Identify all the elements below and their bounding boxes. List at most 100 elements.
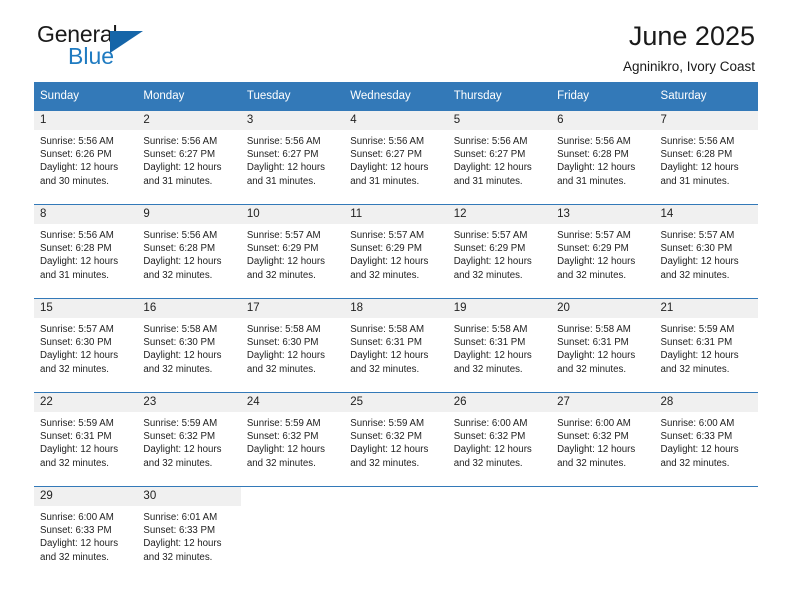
calendar-day-cell[interactable]: 30 Sunrise: 6:01 AM Sunset: 6:33 PM Dayligh… [137,486,241,580]
day-daylight-line1-text: Daylight: 12 hours [453,350,532,362]
day-sunset-text: Sunset: 6:29 PM [246,243,319,255]
day-sunrise-text: Sunrise: 5:56 AM [143,136,218,147]
calendar-empty-cell [551,486,655,580]
day-sunset-text: Sunset: 6:31 PM [660,337,733,349]
general-blue-logo[interactable]: General Blue [37,22,207,74]
day-daylight-line1-text: Daylight: 12 hours [350,162,429,174]
calendar-day-cell[interactable]: 19 Sunrise: 5:58 AM Sunset: 6:31 PM Dayligh… [447,298,552,393]
calendar-day-cell[interactable]: 28 Sunrise: 6:00 AM Sunset: 6:33 PM Dayligh… [654,392,758,487]
day-sunset-text: Sunset: 6:33 PM [660,431,733,443]
calendar-day-cell[interactable]: 15 Sunrise: 5:57 AM Sunset: 6:30 PM Dayligh… [34,298,138,393]
day-daylight-line1-text: Daylight: 12 hours [143,350,222,362]
day-sunrise-text: Sunrise: 5:56 AM [557,136,631,147]
calendar-page: General Blue June 2025 Agninikro, Ivory … [0,0,792,612]
day-details: Sunrise: 6:00 AM Sunset: 6:32 PM Daylight:… [448,412,551,470]
calendar-day-cell[interactable]: 16 Sunrise: 5:58 AM Sunset: 6:30 PM Dayligh… [137,298,241,393]
day-sunset-text: Sunset: 6:27 PM [143,149,216,161]
day-number: 20 [551,299,655,318]
day-daylight-line1-text: Daylight: 12 hours [557,162,636,174]
calendar-day-cell[interactable]: 29 Sunrise: 6:00 AM Sunset: 6:33 PM Dayligh… [34,486,138,580]
calendar-day-cell[interactable]: 8 Sunrise: 5:56 AM Sunset: 6:28 PM Daylight… [34,204,138,299]
day-sunrise-text: Sunrise: 5:57 AM [660,230,735,241]
weekday-header-friday: Friday [551,82,655,111]
day-number: 10 [240,205,345,224]
day-details: Sunrise: 6:00 AM Sunset: 6:32 PM Daylight:… [551,412,654,470]
day-daylight-line1-text: Daylight: 12 hours [143,256,222,268]
calendar-day-cell[interactable]: 11 Sunrise: 5:57 AM Sunset: 6:29 PM Dayligh… [344,204,448,299]
day-daylight-line2-text: and 31 minutes. [143,175,213,187]
day-sunset-text: Sunset: 6:32 PM [143,431,216,443]
day-daylight-line2-text: and 32 minutes. [143,551,213,563]
calendar-day-cell[interactable]: 10 Sunrise: 5:57 AM Sunset: 6:29 PM Dayligh… [240,204,345,299]
day-number: 2 [137,111,241,130]
calendar-day-cell[interactable]: 18 Sunrise: 5:58 AM Sunset: 6:31 PM Dayligh… [344,298,448,393]
day-number: 24 [240,393,345,412]
calendar-empty-cell [240,486,345,580]
day-daylight-line2-text: and 31 minutes. [660,175,730,187]
calendar-day-cell[interactable]: 24 Sunrise: 5:59 AM Sunset: 6:32 PM Dayligh… [240,392,345,487]
calendar-day-cell[interactable]: 23 Sunrise: 5:59 AM Sunset: 6:32 PM Dayligh… [137,392,241,487]
day-sunset-text: Sunset: 6:28 PM [557,149,629,161]
day-sunrise-text: Sunrise: 5:56 AM [350,136,425,147]
day-daylight-line1-text: Daylight: 12 hours [246,162,325,174]
day-sunset-text: Sunset: 6:28 PM [660,149,733,161]
calendar-day-cell[interactable]: 25 Sunrise: 5:59 AM Sunset: 6:32 PM Dayligh… [344,392,448,487]
calendar-day-cell[interactable]: 27 Sunrise: 6:00 AM Sunset: 6:32 PM Dayligh… [551,392,655,487]
title-block: June 2025 Agninikro, Ivory Coast [623,20,755,77]
calendar-day-cell[interactable]: 4 Sunrise: 5:56 AM Sunset: 6:27 PM Daylight… [344,110,448,205]
day-daylight-line2-text: and 32 minutes. [453,269,523,281]
day-number: 29 [34,487,138,506]
day-number: 1 [34,111,138,130]
calendar-day-cell[interactable]: 6 Sunrise: 5:56 AM Sunset: 6:28 PM Daylight… [551,110,655,205]
day-details: Sunrise: 5:56 AM Sunset: 6:27 PM Daylight:… [137,130,240,188]
calendar-day-cell[interactable]: 2 Sunrise: 5:56 AM Sunset: 6:27 PM Daylight… [137,110,241,205]
day-details: Sunrise: 5:56 AM Sunset: 6:28 PM Daylight:… [655,130,758,188]
calendar-day-cell[interactable]: 5 Sunrise: 5:56 AM Sunset: 6:27 PM Daylight… [447,110,552,205]
day-daylight-line1-text: Daylight: 12 hours [557,444,636,456]
day-sunrise-text: Sunrise: 5:56 AM [40,136,114,147]
day-details: Sunrise: 5:57 AM Sunset: 6:30 PM Daylight:… [34,318,137,376]
calendar-day-cell[interactable]: 9 Sunrise: 5:56 AM Sunset: 6:28 PM Daylight… [137,204,241,299]
calendar-day-cell[interactable]: 17 Sunrise: 5:58 AM Sunset: 6:30 PM Dayligh… [240,298,345,393]
day-sunrise-text: Sunrise: 5:58 AM [350,324,425,335]
calendar-empty-cell [447,486,552,580]
day-daylight-line2-text: and 31 minutes. [246,175,316,187]
weekday-header-saturday: Saturday [654,82,758,111]
day-details: Sunrise: 5:59 AM Sunset: 6:32 PM Daylight:… [241,412,344,470]
day-sunrise-text: Sunrise: 5:59 AM [40,418,114,429]
weekday-header-wednesday: Wednesday [344,82,448,111]
calendar-day-cell[interactable]: 7 Sunrise: 5:56 AM Sunset: 6:28 PM Daylight… [654,110,758,205]
day-number: 30 [137,487,241,506]
calendar-day-cell[interactable]: 21 Sunrise: 5:59 AM Sunset: 6:31 PM Dayligh… [654,298,758,393]
calendar-day-cell[interactable]: 20 Sunrise: 5:58 AM Sunset: 6:31 PM Dayligh… [551,298,655,393]
day-number: 3 [240,111,345,130]
day-details: Sunrise: 5:58 AM Sunset: 6:31 PM Daylight:… [448,318,551,376]
day-details: Sunrise: 5:57 AM Sunset: 6:29 PM Daylight:… [551,224,654,282]
calendar-day-cell[interactable]: 3 Sunrise: 5:56 AM Sunset: 6:27 PM Daylight… [240,110,345,205]
day-daylight-line1-text: Daylight: 12 hours [350,350,429,362]
calendar-day-cell[interactable]: 12 Sunrise: 5:57 AM Sunset: 6:29 PM Dayligh… [447,204,552,299]
day-daylight-line2-text: and 32 minutes. [40,363,109,375]
day-details: Sunrise: 5:57 AM Sunset: 6:29 PM Daylight:… [448,224,551,282]
day-sunrise-text: Sunrise: 6:00 AM [660,418,735,429]
day-sunrise-text: Sunrise: 5:58 AM [453,324,528,335]
day-sunrise-text: Sunrise: 5:56 AM [40,230,114,241]
day-daylight-line2-text: and 31 minutes. [557,175,627,187]
page-header: General Blue June 2025 Agninikro, Ivory … [34,0,758,74]
calendar-day-cell[interactable]: 14 Sunrise: 5:57 AM Sunset: 6:30 PM Dayligh… [654,204,758,299]
day-number [344,487,448,506]
calendar-day-cell[interactable]: 26 Sunrise: 6:00 AM Sunset: 6:32 PM Dayligh… [447,392,552,487]
calendar-day-cell[interactable]: 22 Sunrise: 5:59 AM Sunset: 6:31 PM Dayligh… [34,392,138,487]
calendar-day-cell[interactable]: 1 Sunrise: 5:56 AM Sunset: 6:26 PM Daylight… [34,110,138,205]
day-sunset-text: Sunset: 6:29 PM [453,243,526,255]
day-number: 7 [654,111,758,130]
calendar-week-row: 8 Sunrise: 5:56 AM Sunset: 6:28 PM Daylight… [34,204,758,299]
day-daylight-line2-text: and 32 minutes. [143,457,213,469]
day-daylight-line2-text: and 31 minutes. [453,175,523,187]
day-sunrise-text: Sunrise: 5:56 AM [246,136,321,147]
day-daylight-line1-text: Daylight: 12 hours [660,162,739,174]
day-sunrise-text: Sunrise: 5:56 AM [453,136,528,147]
day-number: 27 [551,393,655,412]
day-daylight-line1-text: Daylight: 12 hours [143,538,222,550]
calendar-day-cell[interactable]: 13 Sunrise: 5:57 AM Sunset: 6:29 PM Dayligh… [551,204,655,299]
